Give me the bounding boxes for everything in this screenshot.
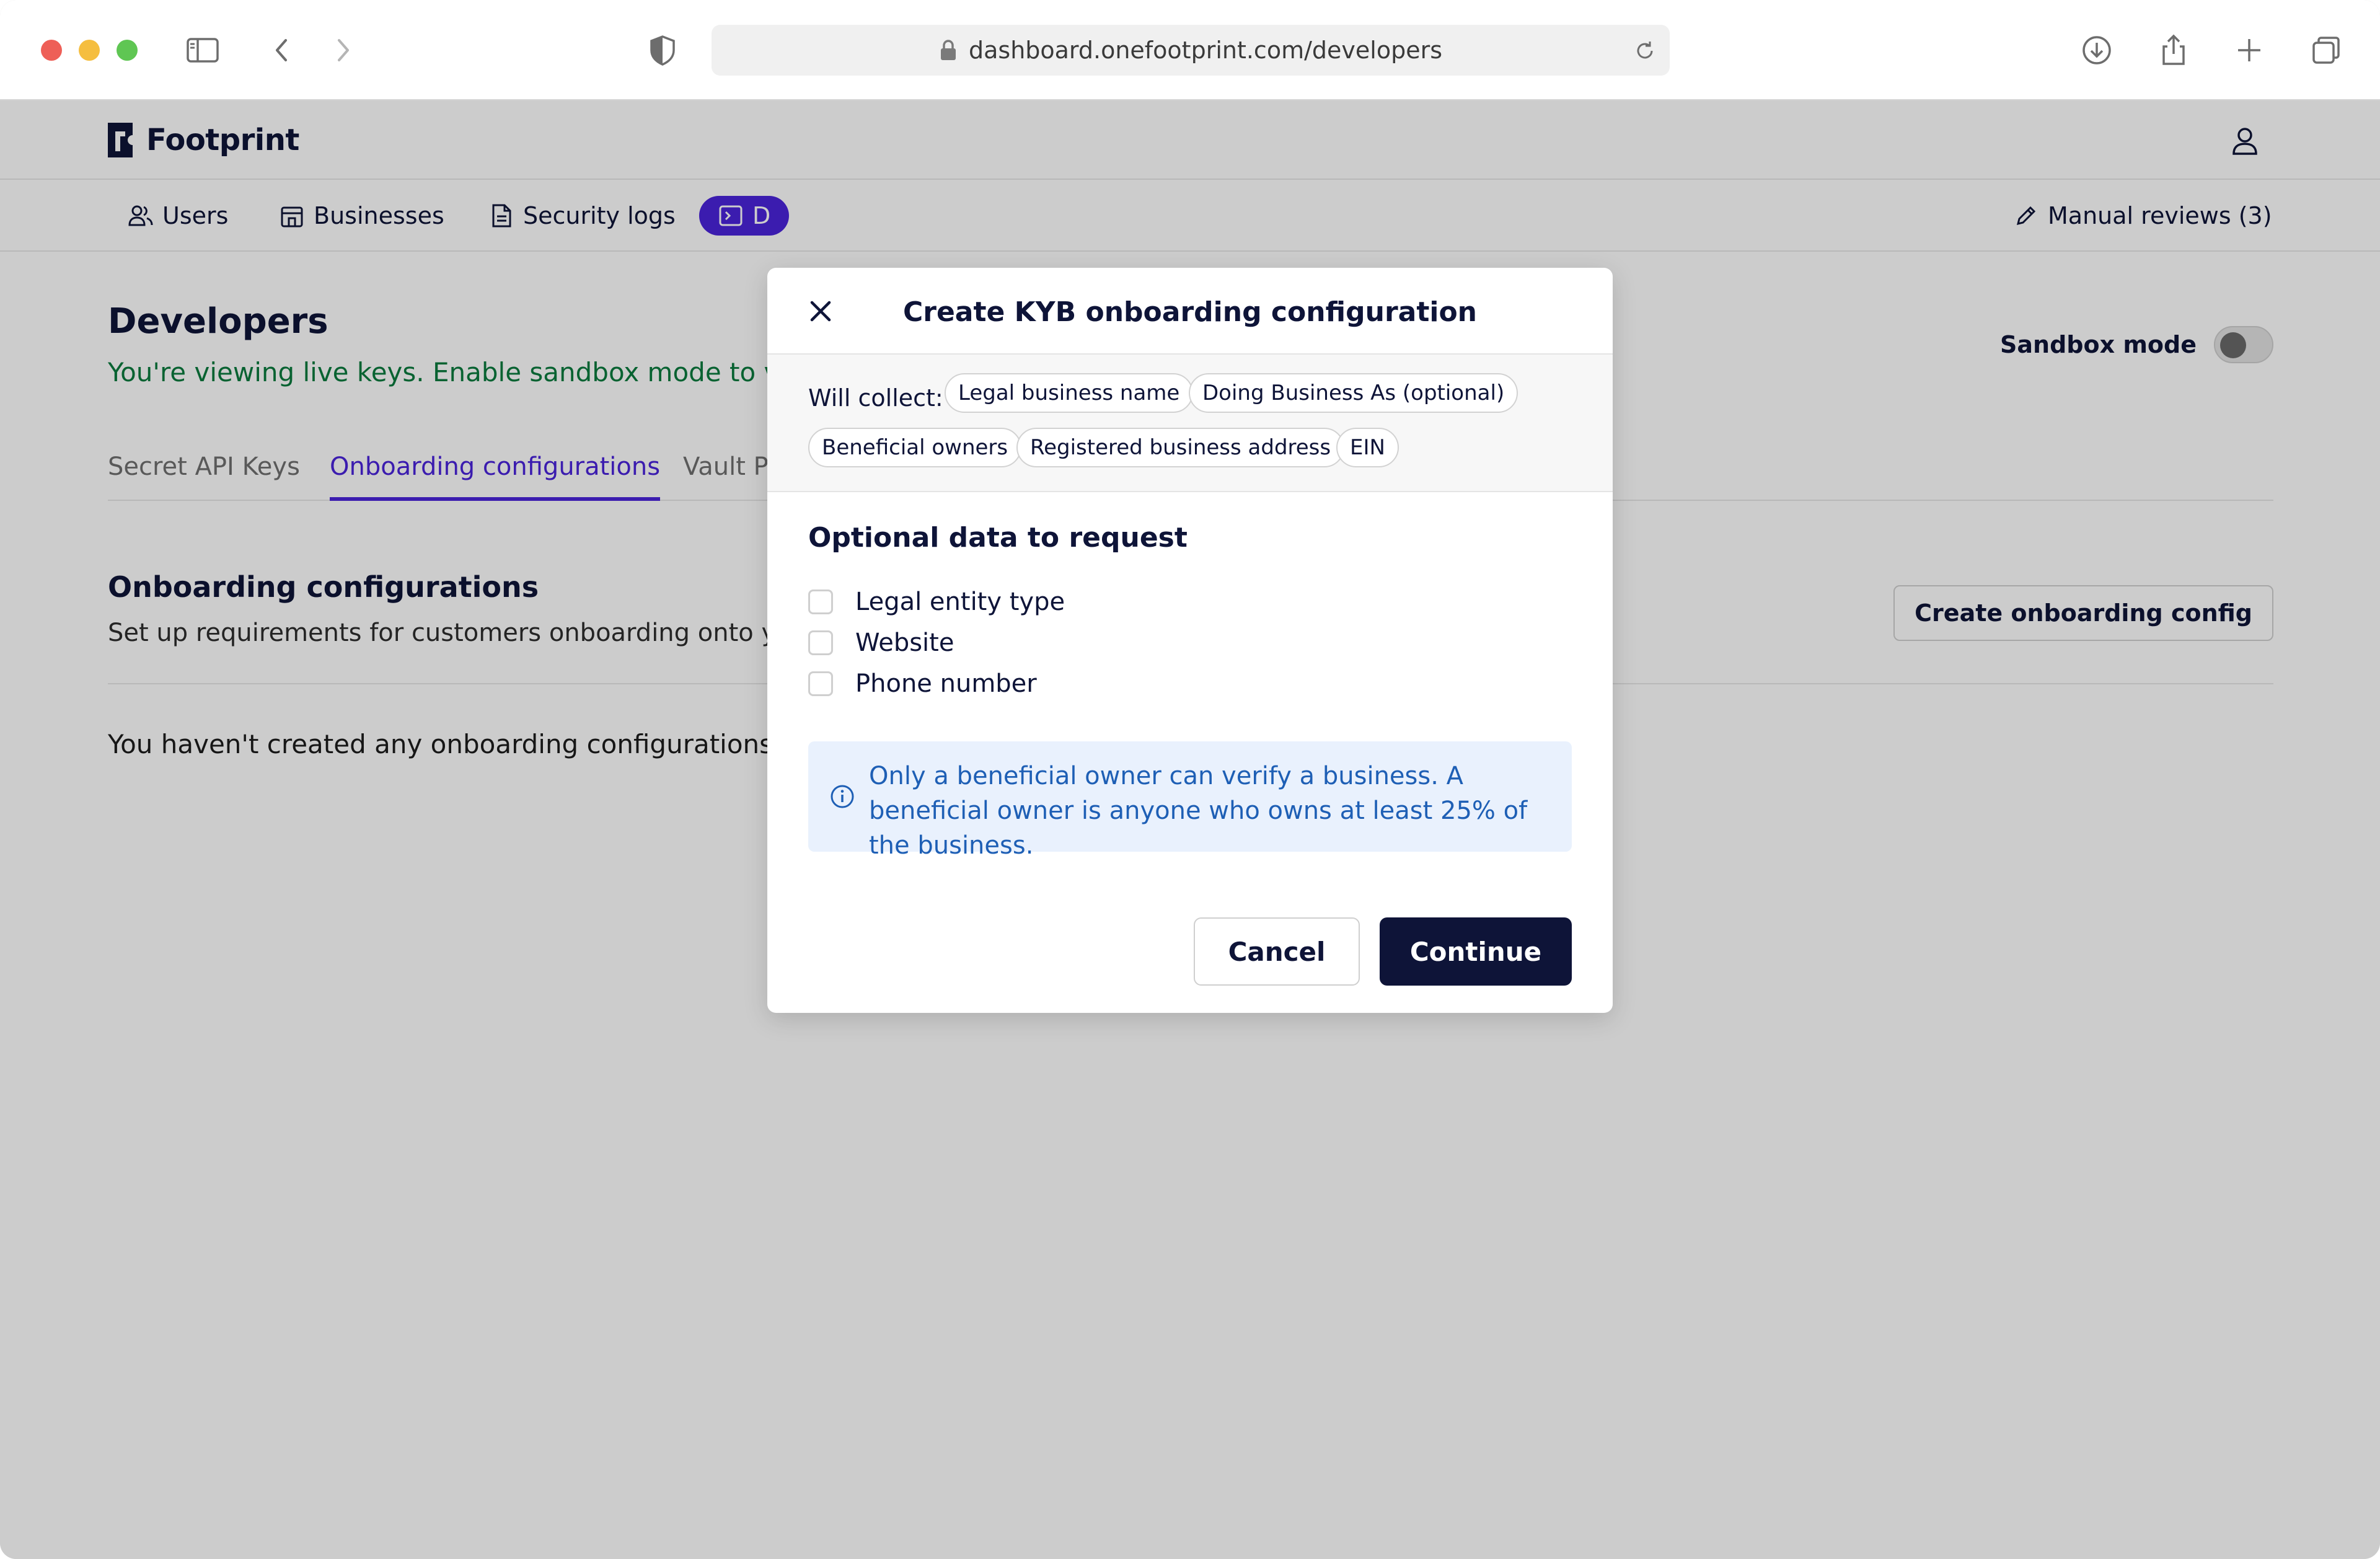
address-bar[interactable]: dashboard.onefootprint.com/developers (712, 25, 1670, 76)
optional-option-legal-entity-type[interactable]: Legal entity type (808, 588, 1065, 616)
option-label: Legal entity type (855, 588, 1065, 616)
zoom-window-button[interactable] (117, 40, 138, 61)
phone-number-checkbox[interactable] (808, 671, 833, 696)
share-icon[interactable] (2154, 31, 2193, 69)
url-text: dashboard.onefootprint.com/developers (968, 37, 1442, 64)
download-icon[interactable] (2078, 31, 2116, 69)
create-kyb-config-dialog: Create KYB onboarding configuration Will… (767, 268, 1613, 1013)
shield-icon[interactable] (643, 31, 682, 69)
app-viewport: Footprint Users Businesses Security logs… (0, 100, 2380, 1559)
new-tab-icon[interactable] (2230, 31, 2268, 69)
close-window-button[interactable] (41, 40, 62, 61)
info-text: Only a beneficial owner can verify a bus… (869, 762, 1528, 860)
beneficial-owner-info-callout: Only a beneficial owner can verify a bus… (808, 741, 1572, 860)
option-label: Phone number (855, 669, 1037, 698)
optional-option-phone-number[interactable]: Phone number (808, 669, 1037, 698)
optional-option-website[interactable]: Website (808, 629, 954, 657)
reload-icon[interactable] (1633, 38, 1657, 63)
collect-chip: Beneficial owners (808, 428, 1022, 467)
collect-chip: EIN (1336, 428, 1399, 467)
option-label: Website (855, 629, 954, 657)
browser-window: dashboard.onefootprint.com/developers Fo… (0, 0, 2380, 1559)
tab-overview-icon[interactable] (2307, 31, 2345, 69)
info-icon (831, 785, 854, 808)
will-collect-label: Will collect: (808, 384, 943, 412)
collect-chip: Legal business name (945, 373, 1194, 413)
collect-chip: Doing Business As (optional) (1189, 373, 1518, 413)
dialog-header: Create KYB onboarding configuration (767, 268, 1613, 355)
website-checkbox[interactable] (808, 630, 833, 655)
minimize-window-button[interactable] (79, 40, 100, 61)
legal-entity-type-checkbox[interactable] (808, 590, 833, 614)
continue-button[interactable]: Continue (1380, 917, 1572, 986)
dialog-title: Create KYB onboarding configuration (902, 296, 1478, 328)
sidebar-toggle-icon[interactable] (183, 31, 222, 69)
lock-icon (940, 40, 956, 60)
forward-arrow-icon[interactable] (324, 31, 362, 69)
will-collect-section: Will collect: Legal business name Doing … (767, 355, 1613, 492)
back-arrow-icon[interactable] (263, 31, 301, 69)
browser-toolbar: dashboard.onefootprint.com/developers (0, 0, 2380, 100)
collect-chip: Registered business address (1016, 428, 1345, 467)
cancel-button[interactable]: Cancel (1194, 917, 1360, 986)
optional-data-title: Optional data to request (808, 522, 1188, 554)
